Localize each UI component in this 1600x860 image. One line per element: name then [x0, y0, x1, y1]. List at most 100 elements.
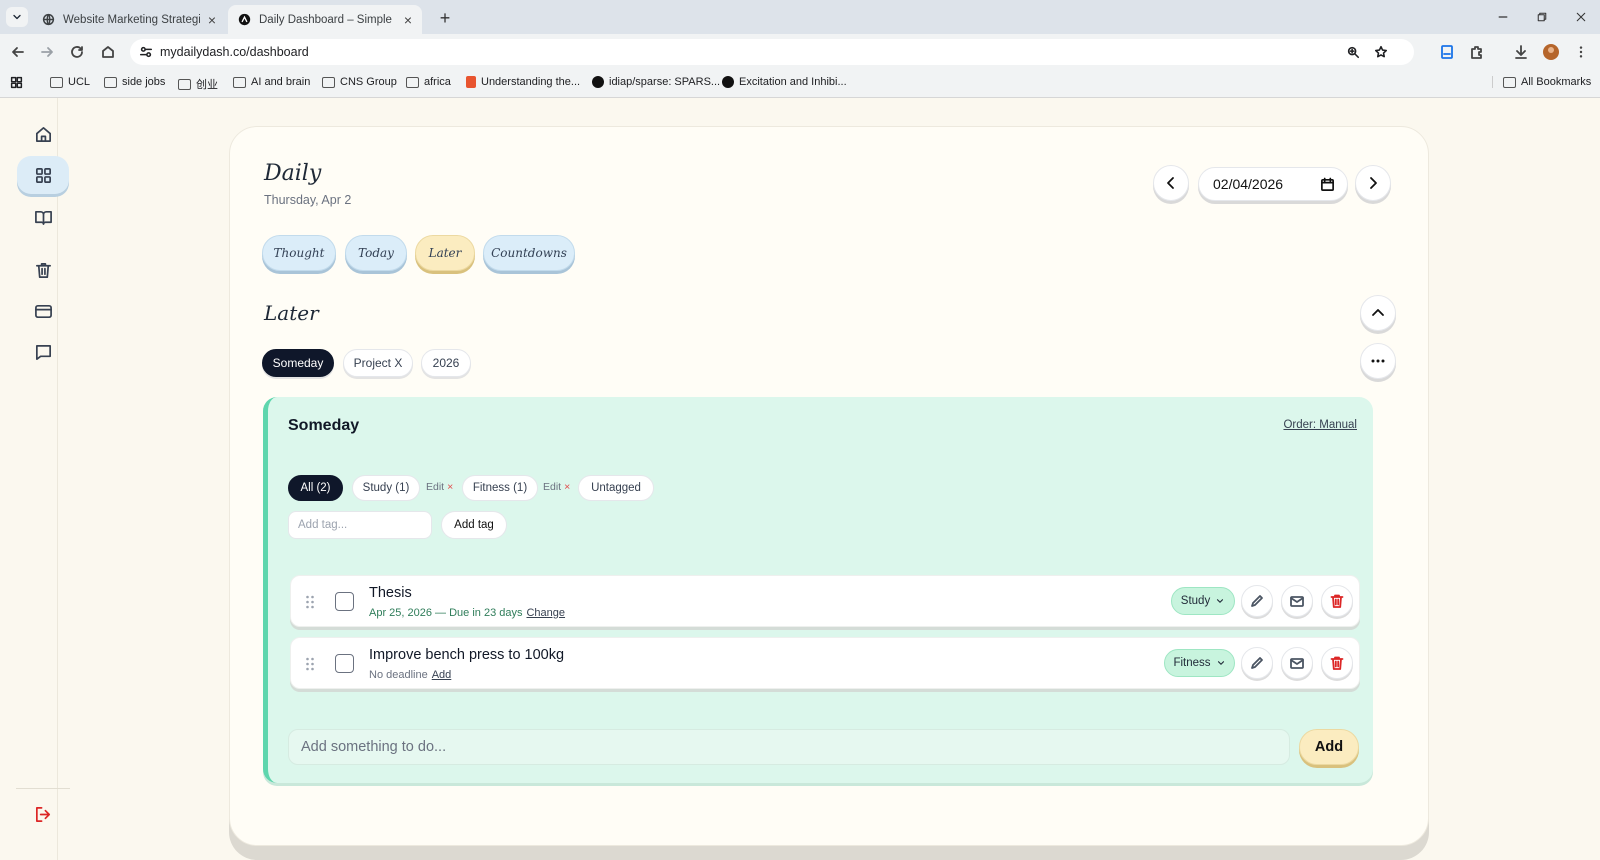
rail-journal[interactable] [17, 198, 69, 236]
filter-fitness[interactable]: Fitness (1) [462, 475, 538, 501]
more-options-button[interactable] [1360, 343, 1396, 379]
rail-home[interactable] [17, 115, 69, 153]
remove-tag-icon[interactable]: × [447, 481, 453, 493]
filter-study[interactable]: Study (1) [352, 475, 420, 501]
task-due: Apr 25, 2026 — Due in 23 days Change [369, 607, 565, 619]
edit-task-button[interactable] [1241, 585, 1273, 617]
order-link[interactable]: Order: Manual [1283, 419, 1357, 431]
arrow-left-icon [12, 47, 24, 57]
browser-tab-dashboard[interactable]: Daily Dashboard – Simple Life & × [228, 5, 422, 34]
star-icon[interactable] [1374, 45, 1388, 59]
folder-icon [1503, 76, 1516, 88]
next-day-button[interactable] [1355, 165, 1391, 201]
edit-label[interactable]: Edit [543, 481, 561, 493]
pill-thought[interactable]: Thought [262, 235, 336, 271]
reload-button[interactable] [68, 43, 86, 61]
bookmark-item[interactable]: AI and brain [233, 76, 310, 88]
new-tab-button[interactable]: + [434, 7, 456, 29]
section-title: Later [264, 301, 319, 325]
edit-study-tag[interactable]: Edit × [426, 481, 453, 493]
bookmark-item[interactable]: UCL [50, 76, 90, 88]
delete-task-button[interactable] [1321, 585, 1353, 617]
apps-button[interactable] [10, 76, 23, 89]
restore-button[interactable] [1533, 8, 1551, 26]
chevron-down-icon [1217, 599, 1224, 603]
browser-tab-bar: Website Marketing Strategies × Daily Das… [0, 0, 1600, 34]
forward-button[interactable] [38, 43, 56, 61]
delete-task-button[interactable] [1321, 647, 1353, 679]
task-checkbox[interactable] [335, 654, 354, 673]
edit-task-button[interactable] [1241, 647, 1273, 679]
drag-handle-icon[interactable] [305, 656, 315, 672]
profile-avatar[interactable] [1542, 43, 1560, 61]
zoom-icon[interactable] [1346, 45, 1360, 59]
prev-day-button[interactable] [1153, 165, 1189, 201]
bookmark-item[interactable]: side jobs [104, 76, 165, 88]
date-value: 02/04/2026 [1213, 176, 1284, 192]
list-tab-project-x[interactable]: Project X [343, 349, 413, 377]
add-todo-button[interactable]: Add [1299, 729, 1359, 765]
filter-all[interactable]: All (2) [288, 475, 343, 501]
browser-tab-marketing[interactable]: Website Marketing Strategies × [32, 5, 226, 34]
list-tab-2026[interactable]: 2026 [421, 349, 471, 377]
rail-feedback[interactable] [17, 333, 69, 371]
date-picker[interactable]: 02/04/2026 [1198, 167, 1348, 201]
bookmark-item[interactable]: CNS Group [322, 76, 397, 88]
rail-trash[interactable] [17, 251, 69, 289]
email-task-button[interactable] [1281, 585, 1313, 617]
all-bookmarks-button[interactable]: All Bookmarks [1492, 76, 1591, 88]
tab-list-button[interactable] [6, 7, 28, 27]
extension-doc-button[interactable] [1438, 43, 1456, 61]
browser-menu-button[interactable] [1572, 43, 1590, 61]
new-todo-input[interactable] [288, 729, 1290, 765]
site-info-icon[interactable] [139, 45, 153, 59]
bookmark-label: idiap/sparse: SPARS... [609, 76, 721, 88]
bookmark-label: UCL [68, 76, 91, 88]
email-task-button[interactable] [1281, 647, 1313, 679]
bookmark-item[interactable]: 创业 [178, 76, 218, 92]
rail-billing[interactable] [17, 292, 69, 330]
category-label: Fitness [1173, 657, 1211, 669]
add-due-link[interactable]: Add [432, 669, 452, 681]
close-tab-icon[interactable]: × [404, 12, 412, 28]
remove-tag-icon[interactable]: × [564, 481, 570, 493]
pill-later[interactable]: Later [415, 235, 475, 271]
rail-logout[interactable] [17, 795, 69, 833]
folder-icon [50, 76, 63, 88]
category-select[interactable]: Fitness [1164, 649, 1235, 677]
home-button[interactable] [99, 43, 117, 61]
extensions-button[interactable] [1468, 43, 1486, 61]
drag-handle-icon[interactable] [305, 594, 315, 610]
bookmark-item[interactable]: idiap/sparse: SPARS... [592, 76, 720, 88]
close-window-button[interactable] [1572, 8, 1590, 26]
bookmark-item[interactable]: Understanding the... [466, 76, 580, 88]
close-tab-icon[interactable]: × [208, 12, 216, 28]
bookmark-item[interactable]: Excitation and Inhibi... [722, 76, 847, 88]
edit-label[interactable]: Edit [426, 481, 444, 493]
tab-title: Website Marketing Strategies [63, 13, 200, 26]
task-checkbox[interactable] [335, 592, 354, 611]
downloads-button[interactable] [1512, 43, 1530, 61]
category-select[interactable]: Study [1171, 587, 1235, 615]
folder-icon [406, 76, 419, 88]
calendar-icon[interactable] [1320, 177, 1335, 192]
task-row: Improve bench press to 100kg No deadline… [290, 637, 1360, 689]
back-button[interactable] [9, 43, 27, 61]
add-tag-input[interactable] [288, 511, 432, 539]
bookmark-item[interactable]: africa [406, 76, 451, 88]
puzzle-icon [1471, 46, 1482, 59]
add-tag-button[interactable]: Add tag [441, 511, 507, 539]
rail-dashboard[interactable] [17, 156, 69, 194]
filter-untagged[interactable]: Untagged [578, 475, 654, 501]
address-bar[interactable]: mydailydash.co/dashboard [130, 39, 1414, 65]
minimize-button[interactable] [1494, 8, 1512, 26]
list-tab-someday[interactable]: Someday [262, 349, 334, 377]
edit-fitness-tag[interactable]: Edit × [543, 481, 570, 493]
folder-icon [233, 76, 246, 88]
collapse-section-button[interactable] [1360, 295, 1396, 331]
pill-countdowns[interactable]: Countdowns [483, 235, 575, 271]
bookmark-label: side jobs [122, 76, 166, 88]
pill-today[interactable]: Today [345, 235, 407, 271]
arrow-right-icon [41, 47, 53, 57]
change-due-link[interactable]: Change [526, 607, 565, 619]
